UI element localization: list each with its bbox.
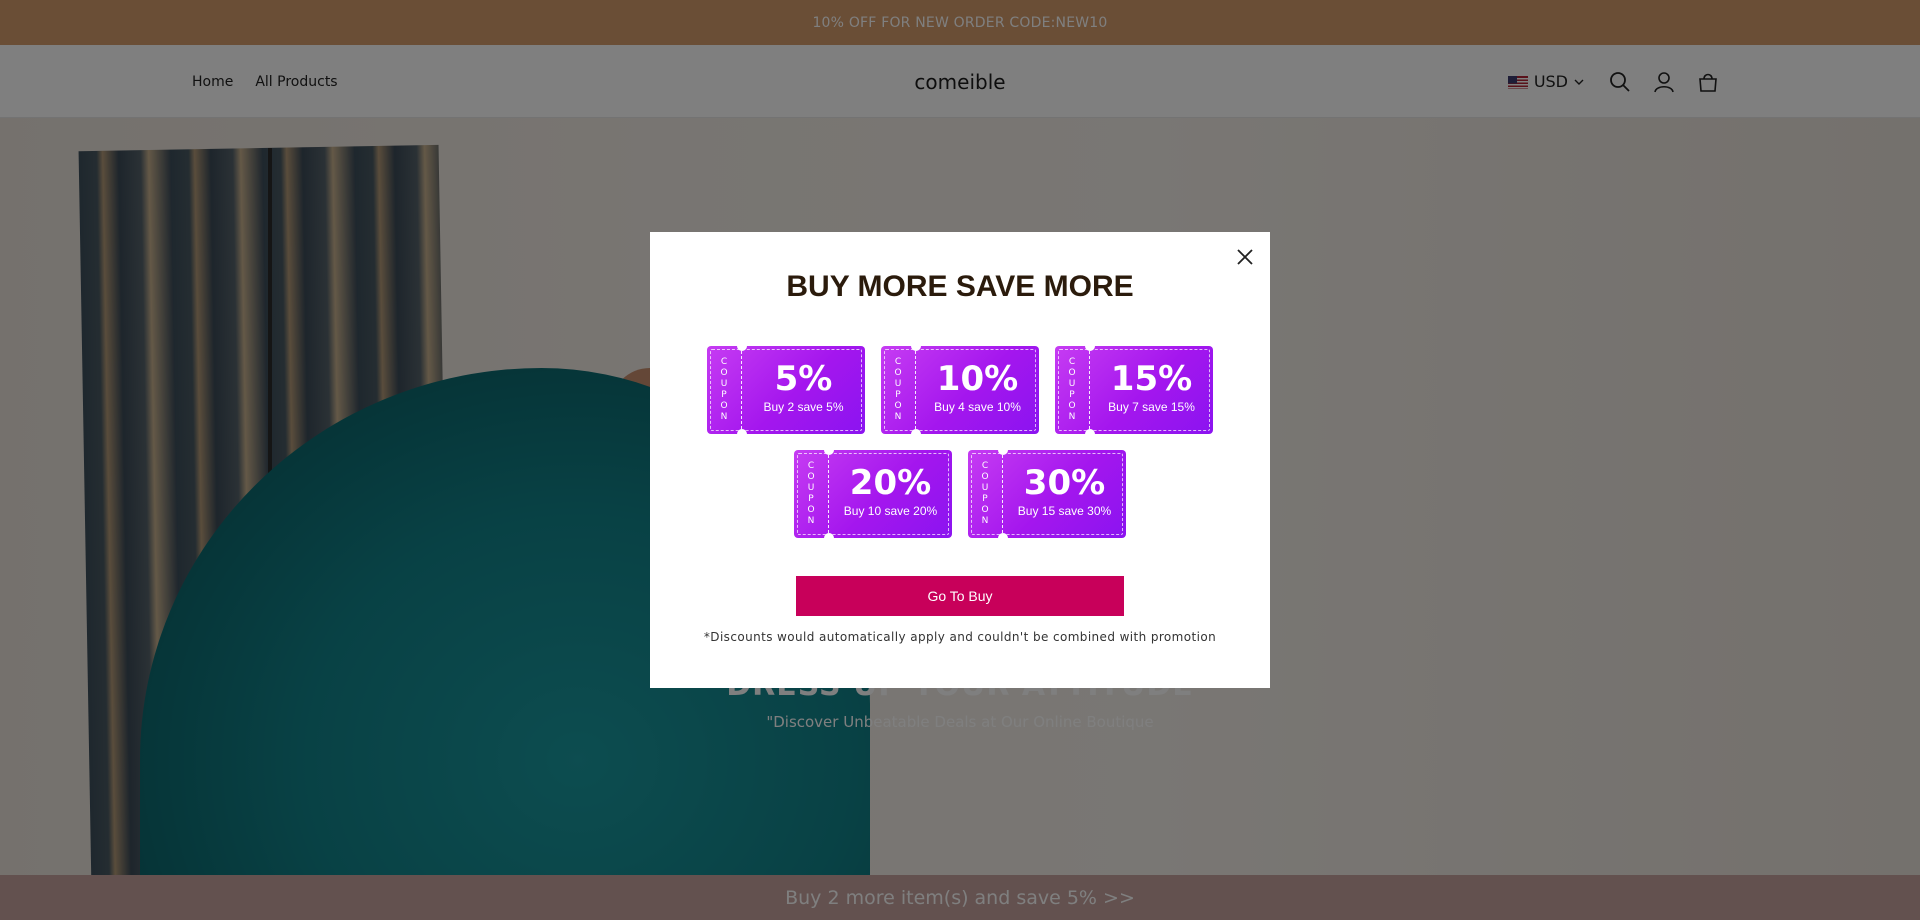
coupon-notch bbox=[998, 445, 1008, 455]
coupon-percent: 20% bbox=[849, 463, 932, 503]
popup-title: BUY MORE SAVE MORE bbox=[786, 270, 1134, 303]
coupon-percent: 30% bbox=[1023, 463, 1106, 503]
coupon-stub-letter: O bbox=[894, 368, 902, 378]
coupon-percent: 15% bbox=[1110, 359, 1193, 399]
coupon-stub-letter: U bbox=[894, 379, 902, 389]
coupon-body: 20% Buy 10 save 20% bbox=[829, 450, 952, 538]
coupon-stub-letter: N bbox=[807, 516, 815, 526]
coupon-row-1: COUPON 5% Buy 2 save 5% COUPON 10% Buy 4… bbox=[650, 341, 1270, 439]
coupon-stub-letter: O bbox=[981, 505, 989, 515]
coupon-notch bbox=[1085, 341, 1095, 351]
coupon-notch bbox=[911, 429, 921, 439]
coupon-stub-letter: O bbox=[1068, 368, 1076, 378]
coupon-stub-letter: O bbox=[720, 368, 728, 378]
coupon-body: 10% Buy 4 save 10% bbox=[916, 346, 1039, 434]
coupon-stub-letter: P bbox=[1069, 390, 1075, 400]
coupon-stub-letter: U bbox=[981, 483, 989, 493]
coupon-notch bbox=[737, 429, 747, 439]
coupon-stub-letter: N bbox=[894, 412, 902, 422]
coupon-stub-letter: O bbox=[807, 505, 815, 515]
coupon-notch bbox=[824, 533, 834, 543]
coupon-5-percent[interactable]: COUPON 5% Buy 2 save 5% bbox=[707, 341, 865, 439]
coupon-stub-letter: P bbox=[982, 494, 988, 504]
coupon-notch bbox=[824, 445, 834, 455]
coupon-stub-letter: C bbox=[1068, 357, 1076, 367]
coupon-stub-letter: N bbox=[981, 516, 989, 526]
coupon-stub-letter: C bbox=[807, 461, 815, 471]
popup-disclaimer: *Discounts would automatically apply and… bbox=[703, 630, 1217, 644]
coupon-desc: Buy 10 save 20% bbox=[843, 504, 938, 518]
coupon-stub-letter: C bbox=[981, 461, 989, 471]
coupon-stub-letter: P bbox=[808, 494, 814, 504]
coupon-stub-letter: O bbox=[1068, 401, 1076, 411]
coupon-stub-letter: U bbox=[1068, 379, 1076, 389]
coupon-15-percent[interactable]: COUPON 15% Buy 7 save 15% bbox=[1055, 341, 1213, 439]
coupon-desc: Buy 2 save 5% bbox=[763, 400, 844, 414]
coupon-stub: COUPON bbox=[881, 346, 916, 434]
coupon-notch bbox=[998, 533, 1008, 543]
promo-popup: BUY MORE SAVE MORE COUPON 5% Buy 2 save … bbox=[650, 232, 1270, 688]
coupon-stub-letter: U bbox=[807, 483, 815, 493]
coupon-stub-letter: O bbox=[894, 401, 902, 411]
coupon-stub-letter: N bbox=[1068, 412, 1076, 422]
coupon-notch bbox=[911, 341, 921, 351]
coupon-stub-letter: O bbox=[981, 472, 989, 482]
coupon-stub-letter: P bbox=[895, 390, 901, 400]
go-to-buy-button[interactable]: Go To Buy bbox=[796, 576, 1124, 616]
coupon-stub: COUPON bbox=[968, 450, 1003, 538]
coupon-desc: Buy 4 save 10% bbox=[934, 400, 1021, 414]
coupon-stub-letter: U bbox=[720, 379, 728, 389]
coupon-desc: Buy 15 save 30% bbox=[1017, 504, 1112, 518]
coupon-stub-letter: C bbox=[894, 357, 902, 367]
coupon-20-percent[interactable]: COUPON 20% Buy 10 save 20% bbox=[794, 445, 952, 543]
coupon-row-2: COUPON 20% Buy 10 save 20% COUPON 30% Bu… bbox=[650, 445, 1270, 543]
close-icon[interactable] bbox=[1232, 244, 1258, 270]
coupon-stub: COUPON bbox=[707, 346, 742, 434]
coupon-stub-letter: C bbox=[720, 357, 728, 367]
coupon-body: 5% Buy 2 save 5% bbox=[742, 346, 865, 434]
coupon-desc: Buy 7 save 15% bbox=[1108, 400, 1195, 414]
coupon-30-percent[interactable]: COUPON 30% Buy 15 save 30% bbox=[968, 445, 1126, 543]
coupon-stub-letter: P bbox=[721, 390, 727, 400]
coupon-body: 15% Buy 7 save 15% bbox=[1090, 346, 1213, 434]
coupon-stub-letter: N bbox=[720, 412, 728, 422]
coupon-stub: COUPON bbox=[794, 450, 829, 538]
coupon-percent: 5% bbox=[774, 359, 833, 399]
coupon-notch bbox=[737, 341, 747, 351]
coupon-body: 30% Buy 15 save 30% bbox=[1003, 450, 1126, 538]
coupon-stub-letter: O bbox=[807, 472, 815, 482]
coupon-stub: COUPON bbox=[1055, 346, 1090, 434]
coupon-stub-letter: O bbox=[720, 401, 728, 411]
coupon-notch bbox=[1085, 429, 1095, 439]
coupon-10-percent[interactable]: COUPON 10% Buy 4 save 10% bbox=[881, 341, 1039, 439]
coupon-percent: 10% bbox=[936, 359, 1019, 399]
